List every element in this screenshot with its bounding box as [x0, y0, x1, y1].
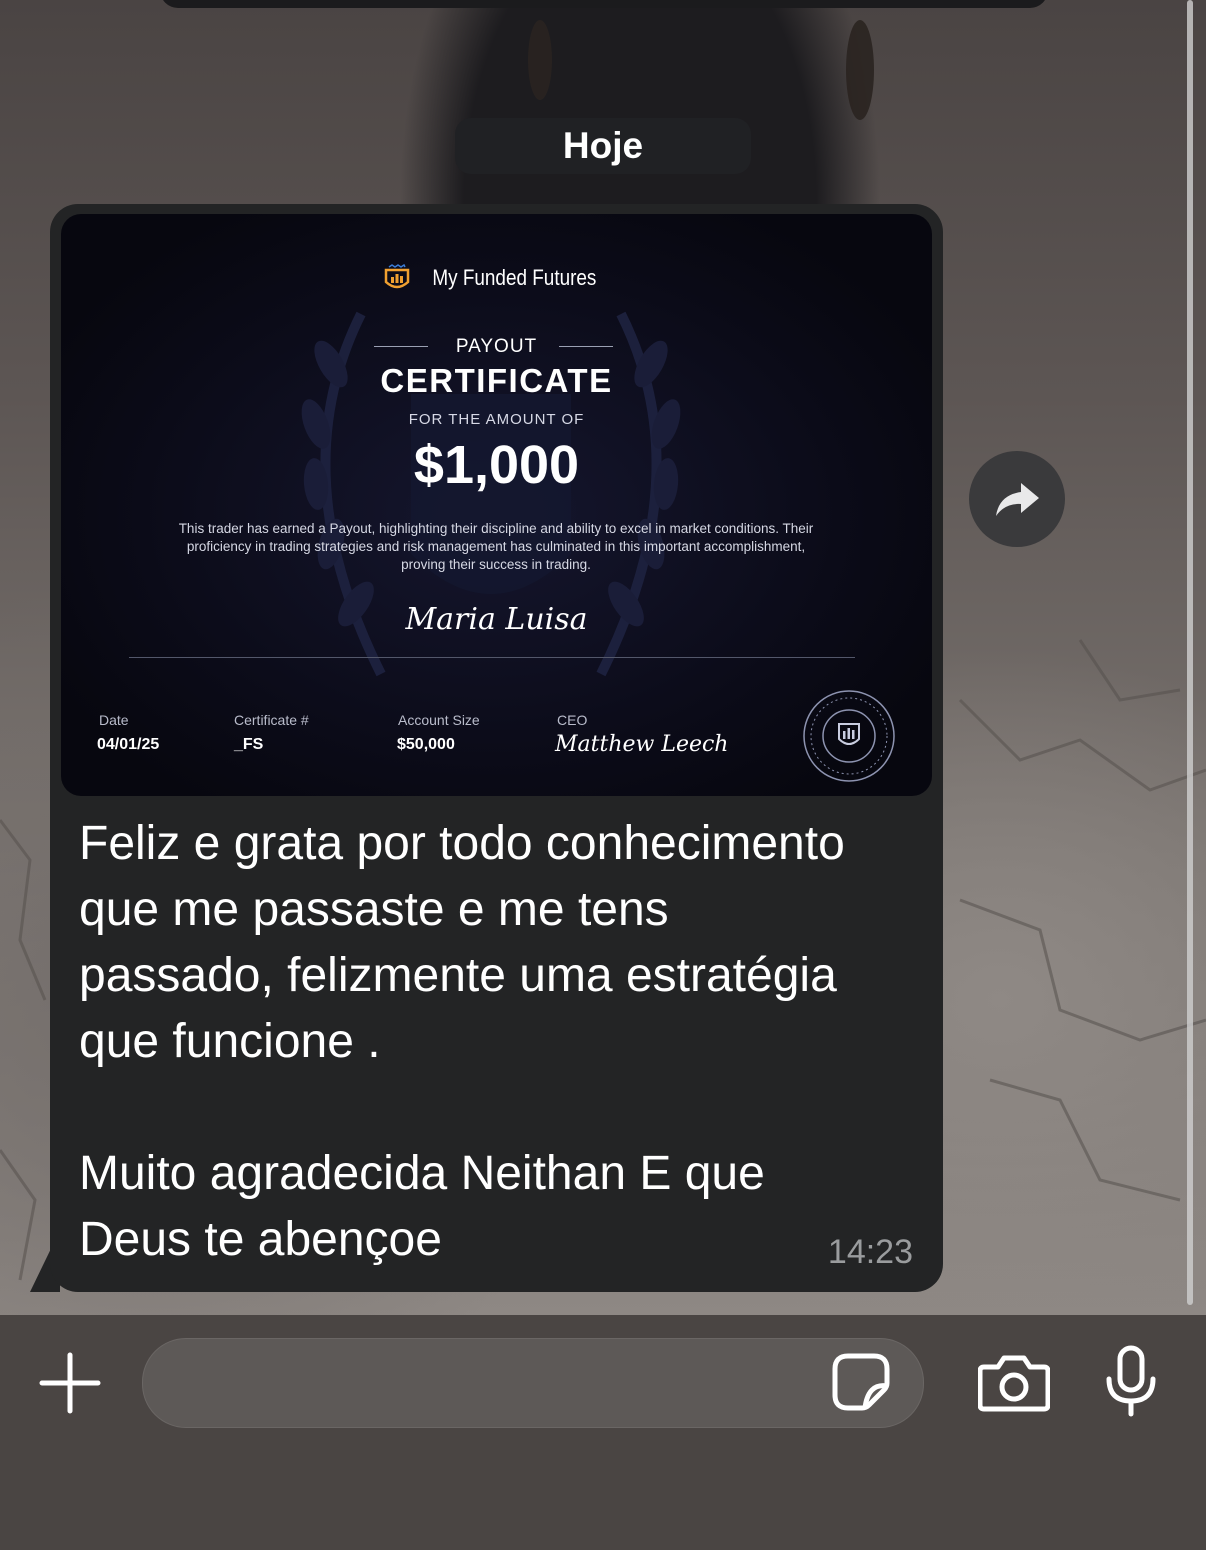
certificate-subtitle: FOR THE AMOUNT OF	[408, 411, 585, 428]
message-timestamp: 14:23	[827, 1233, 913, 1271]
date-label: Date	[99, 712, 129, 728]
message-text: Feliz e grata por todo conhecimento que …	[79, 817, 845, 1266]
message-composer	[0, 1315, 1206, 1550]
signature-rule	[129, 657, 855, 658]
message-bubble[interactable]: My Funded Futures PAYOUT CERTIFICATE FOR…	[50, 204, 943, 1292]
certificate-body: This trader has earned a Payout, highlig…	[178, 521, 814, 572]
certificate-number-label: Certificate #	[234, 712, 309, 728]
certificate-title: CERTIFICATE	[380, 362, 613, 399]
certificate-eyebrow: PAYOUT	[455, 336, 538, 357]
certificate-image[interactable]: My Funded Futures PAYOUT CERTIFICATE FOR…	[61, 214, 932, 796]
camera-icon	[978, 1355, 1050, 1412]
brand-logo-icon	[384, 264, 410, 289]
forward-icon	[996, 483, 1039, 516]
message-input[interactable]	[142, 1338, 924, 1428]
voice-message-button[interactable]	[1104, 1345, 1158, 1417]
brand-header: My Funded Futures	[61, 264, 932, 292]
camera-button[interactable]	[978, 1353, 1050, 1413]
previous-message-edge	[160, 0, 1048, 8]
ceo-label: CEO	[557, 712, 588, 728]
account-size-label: Account Size	[398, 712, 480, 728]
date-separator: Hoje	[455, 118, 751, 174]
recipient-signature: Maria Luisa	[405, 602, 588, 637]
date-value: 04/01/25	[97, 736, 160, 753]
sticker-button[interactable]	[832, 1353, 890, 1411]
attach-button[interactable]	[38, 1351, 102, 1415]
seal-icon	[803, 690, 895, 782]
forward-button[interactable]	[969, 451, 1065, 547]
sticker-icon	[832, 1353, 890, 1411]
microphone-icon	[1106, 1345, 1156, 1417]
brand-name: My Funded Futures	[432, 265, 597, 290]
certificate-number-value: _FS	[234, 736, 264, 753]
scrollbar[interactable]	[1187, 0, 1193, 1305]
account-size-value: $50,000	[397, 736, 455, 753]
plus-icon	[39, 1352, 101, 1414]
ceo-signature: Matthew Leech	[555, 732, 729, 757]
payout-amount: $1,000	[413, 435, 580, 495]
